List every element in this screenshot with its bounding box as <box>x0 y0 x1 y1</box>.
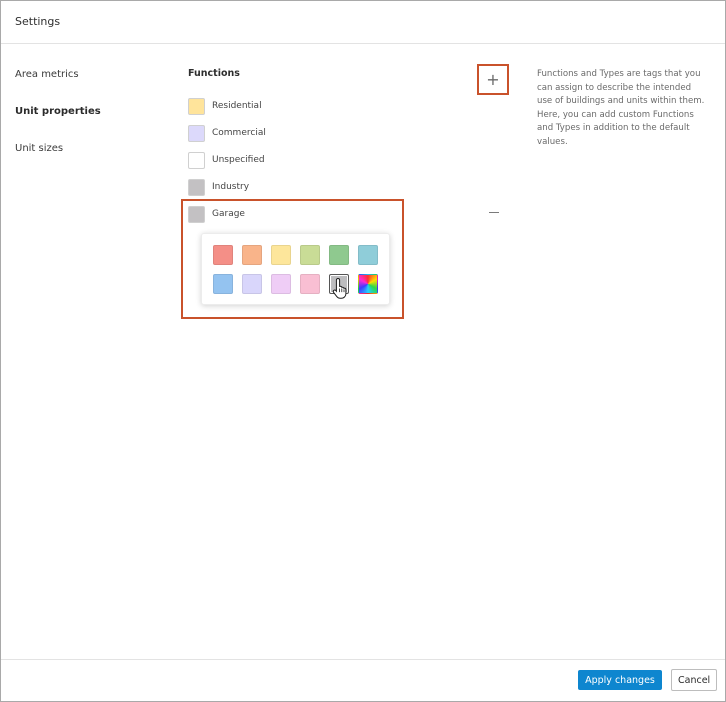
footer-divider <box>1 659 725 660</box>
function-label[interactable]: Residential <box>212 101 262 111</box>
function-row-unspecified: Unspecified <box>188 151 265 169</box>
hand-cursor-icon <box>332 277 347 299</box>
color-chip[interactable] <box>300 274 320 294</box>
color-swatch[interactable] <box>188 151 205 169</box>
settings-dialog: Settings Area metrics Unit properties Un… <box>0 0 726 702</box>
function-label[interactable]: Unspecified <box>212 155 265 165</box>
color-swatch[interactable] <box>188 124 205 142</box>
color-chip[interactable] <box>242 245 262 265</box>
color-picker-popover <box>201 233 390 305</box>
function-row-commercial: Commercial <box>188 124 266 142</box>
remove-function-button[interactable] <box>487 205 501 219</box>
color-swatch[interactable] <box>188 178 205 196</box>
color-chip[interactable] <box>213 274 233 294</box>
add-function-button[interactable]: + <box>477 64 509 95</box>
dialog-title: Settings <box>15 15 61 28</box>
nav-item-unit-sizes[interactable]: Unit sizes <box>15 143 63 154</box>
nav-item-area-metrics[interactable]: Area metrics <box>15 69 79 80</box>
color-chip[interactable] <box>213 245 233 265</box>
color-chip[interactable] <box>329 245 349 265</box>
function-row-residential: Residential <box>188 97 262 115</box>
nav-item-unit-properties[interactable]: Unit properties <box>15 106 101 117</box>
dialog-header: Settings <box>1 1 725 44</box>
color-chip[interactable] <box>242 274 262 294</box>
color-chip[interactable] <box>271 274 291 294</box>
functions-title: Functions <box>188 68 240 79</box>
help-text: Functions and Types are tags that you ca… <box>537 69 705 147</box>
plus-icon: + <box>486 69 500 89</box>
custom-color-chip[interactable] <box>358 274 378 294</box>
function-label[interactable]: Commercial <box>212 128 266 138</box>
function-row-industry: Industry <box>188 178 249 196</box>
color-swatch[interactable] <box>188 97 205 115</box>
apply-changes-button[interactable]: Apply changes <box>578 670 662 690</box>
color-chip[interactable] <box>358 245 378 265</box>
cancel-button[interactable]: Cancel <box>671 669 717 691</box>
function-label[interactable]: Industry <box>212 182 249 192</box>
color-chip[interactable] <box>271 245 291 265</box>
color-chip[interactable] <box>300 245 320 265</box>
